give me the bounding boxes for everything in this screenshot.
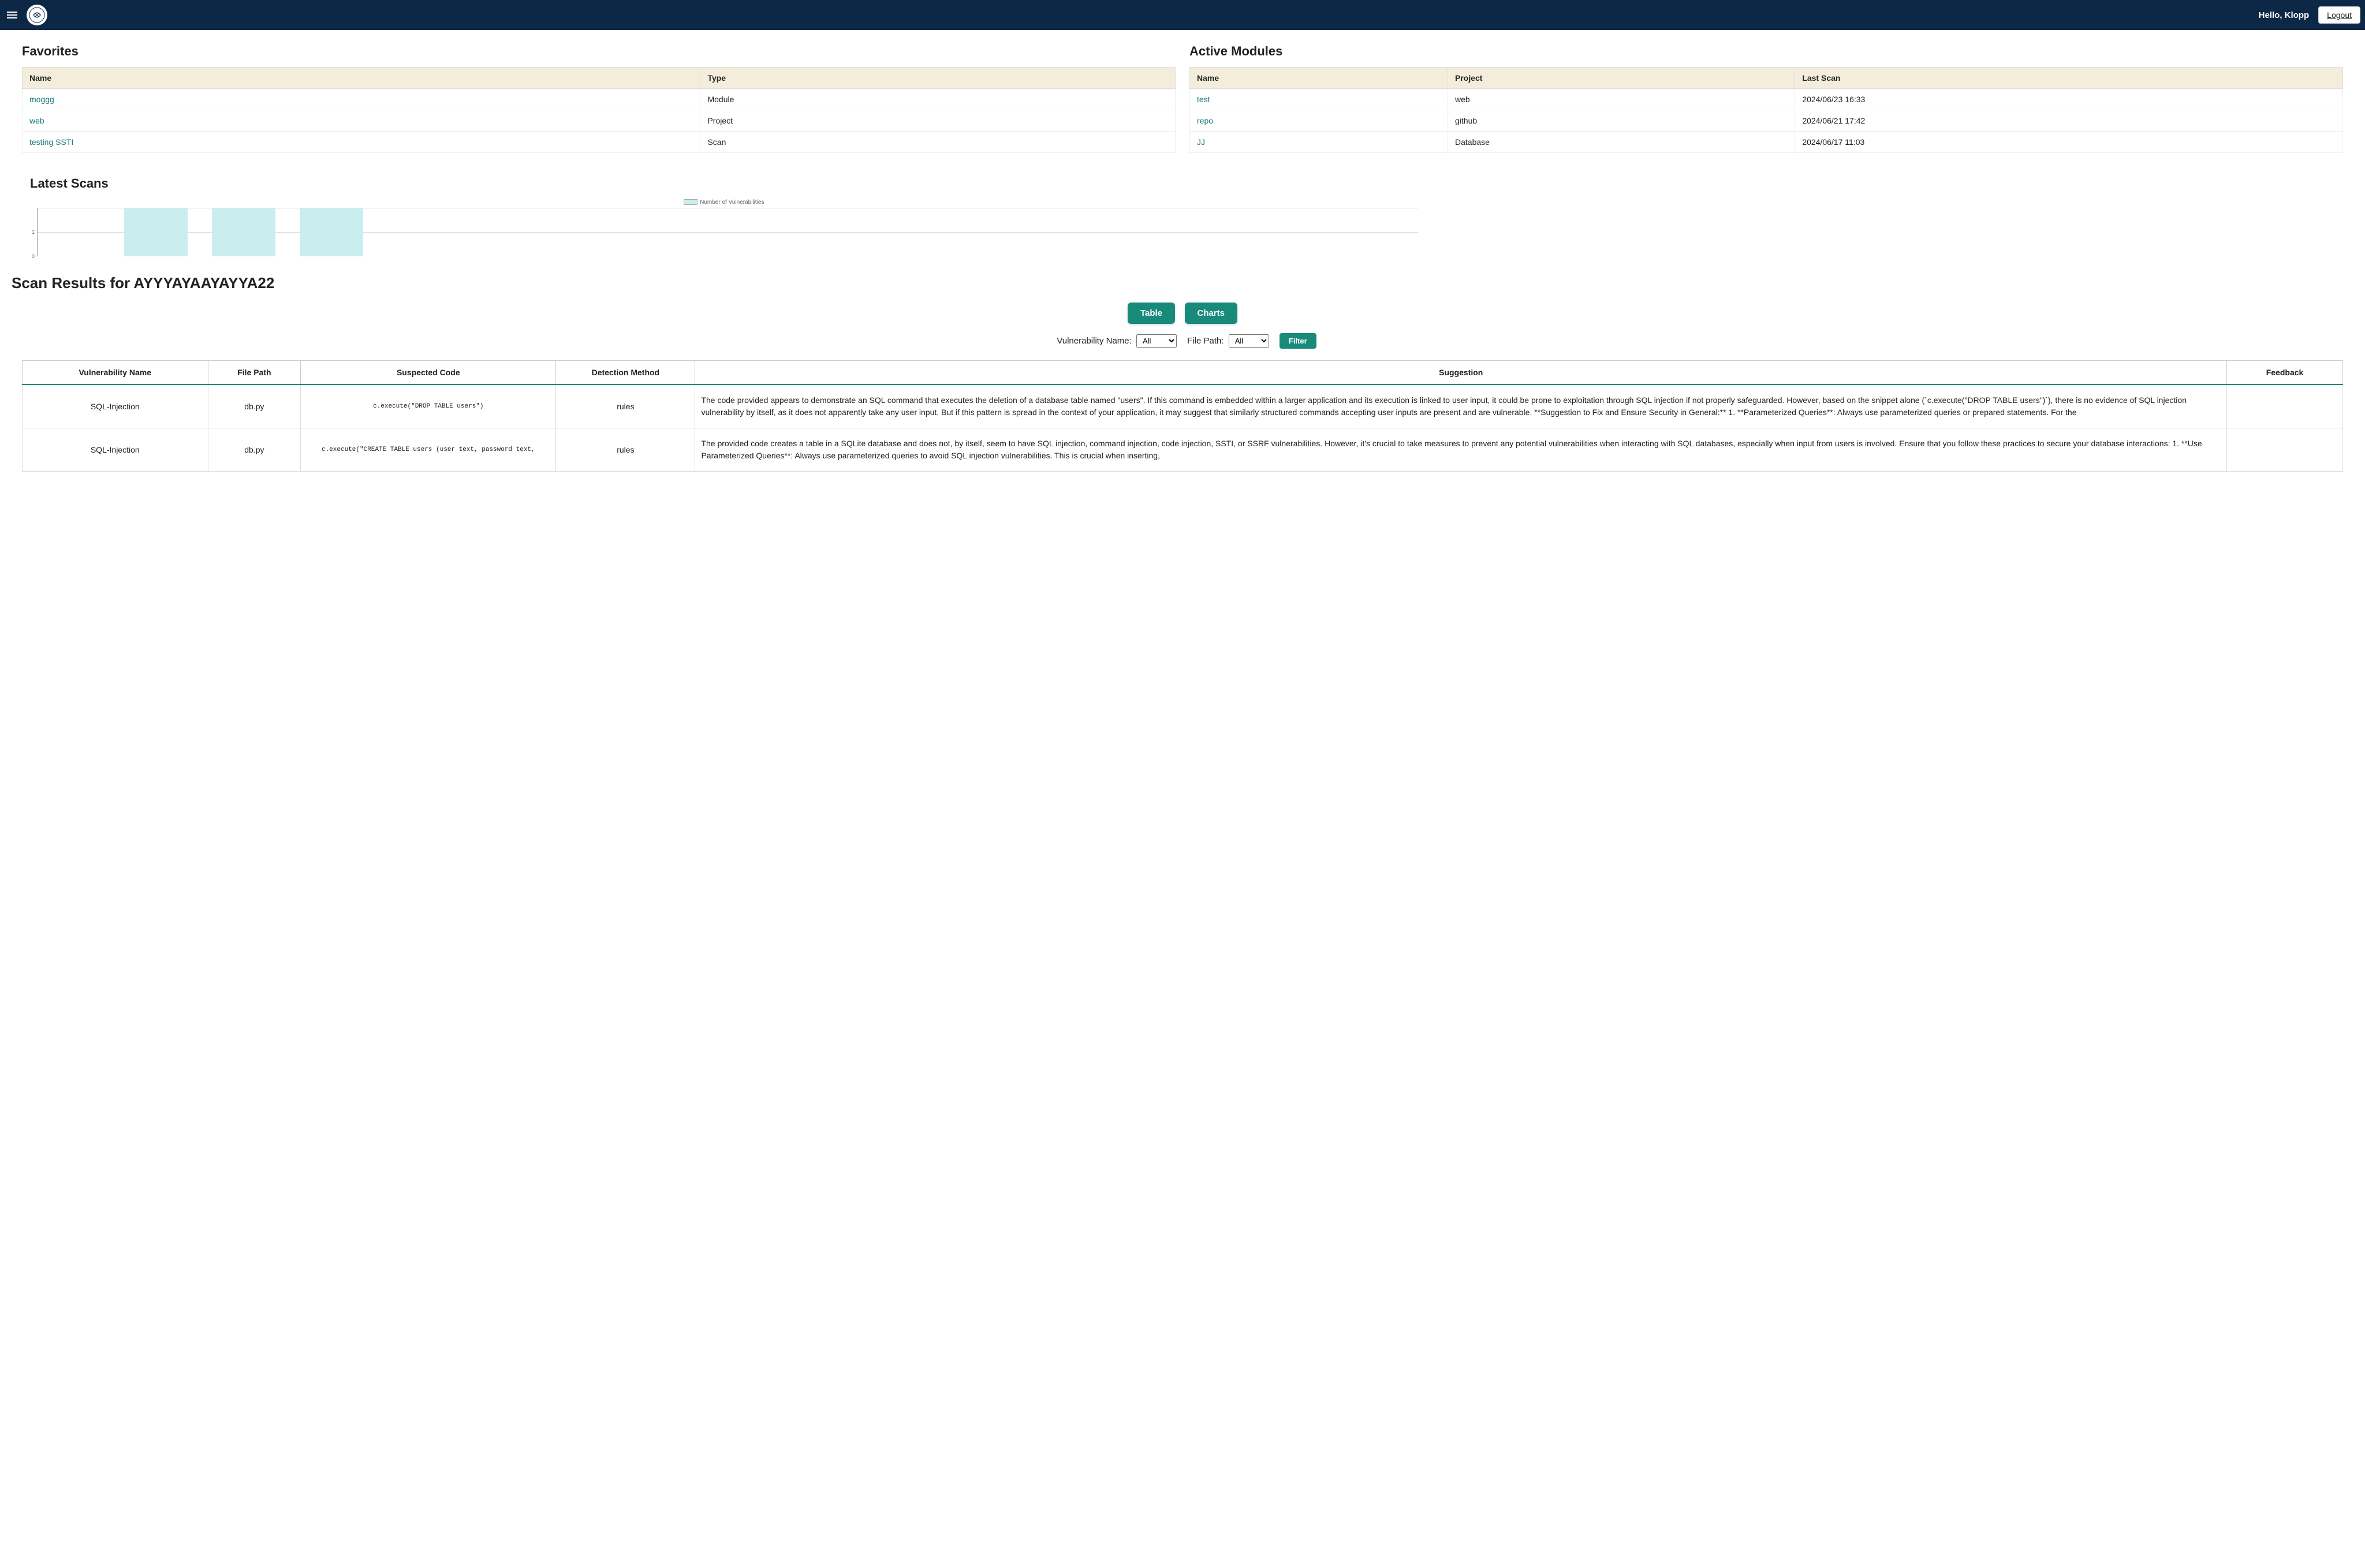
- ytick: 1: [32, 229, 35, 235]
- result-path: db.py: [208, 428, 301, 472]
- table-row: JJDatabase2024/06/17 11:03: [1190, 132, 2343, 153]
- charts-view-button[interactable]: Charts: [1185, 303, 1238, 324]
- chart-bar: [124, 208, 188, 256]
- module-lastscan: 2024/06/17 11:03: [1795, 132, 2343, 153]
- module-link[interactable]: repo: [1190, 110, 1448, 132]
- greeting-text: Hello, Klopp: [2259, 10, 2310, 20]
- menu-icon[interactable]: [5, 9, 20, 21]
- chart-legend-label: Number of Vulnerabilities: [700, 199, 764, 206]
- app-logo: [27, 5, 47, 25]
- chart-bar: [212, 208, 275, 256]
- active-modules-table: Name Project Last Scan testweb2024/06/23…: [1189, 67, 2343, 153]
- latest-scans-panel: Latest Scans Number of Vulnerabilities 1…: [22, 176, 2343, 257]
- result-row: SQL-Injection db.py c.execute("CREATE TA…: [23, 428, 2343, 472]
- table-row: testing SSTIScan: [23, 132, 1176, 153]
- app-header: Hello, Klopp Logout: [0, 0, 2365, 30]
- result-vuln: SQL-Injection: [23, 384, 208, 428]
- results-table: Vulnerability Name File Path Suspected C…: [22, 360, 2343, 472]
- result-code: c.execute("CREATE TABLE users (user text…: [301, 428, 556, 472]
- result-method: rules: [556, 384, 695, 428]
- favorite-type: Module: [700, 89, 1176, 110]
- favorites-col-type: Type: [700, 68, 1176, 89]
- result-code: c.execute("DROP TABLE users"): [301, 384, 556, 428]
- col-vuln: Vulnerability Name: [23, 361, 208, 385]
- logout-button[interactable]: Logout: [2318, 6, 2360, 24]
- chart-legend: Number of Vulnerabilities: [30, 199, 1418, 206]
- filter-button[interactable]: Filter: [1280, 333, 1316, 349]
- result-feedback[interactable]: [2227, 428, 2343, 472]
- vuln-filter-select[interactable]: All: [1136, 334, 1177, 348]
- latest-scans-chart: Number of Vulnerabilities 1 0: [30, 199, 1418, 257]
- path-filter-label: File Path:: [1187, 336, 1223, 346]
- col-suggestion: Suggestion: [695, 361, 2227, 385]
- table-view-button[interactable]: Table: [1128, 303, 1175, 324]
- favorites-col-name: Name: [23, 68, 700, 89]
- favorite-type: Project: [700, 110, 1176, 132]
- favorite-link[interactable]: testing SSTI: [23, 132, 700, 153]
- col-feedback: Feedback: [2227, 361, 2343, 385]
- module-link[interactable]: test: [1190, 89, 1448, 110]
- module-lastscan: 2024/06/21 17:42: [1795, 110, 2343, 132]
- vuln-filter-label: Vulnerability Name:: [1057, 336, 1132, 346]
- table-row: repogithub2024/06/21 17:42: [1190, 110, 2343, 132]
- col-code: Suspected Code: [301, 361, 556, 385]
- table-row: testweb2024/06/23 16:33: [1190, 89, 2343, 110]
- favorites-panel: Favorites Name Type mogggModule webProje…: [22, 44, 1176, 153]
- active-modules-panel: Active Modules Name Project Last Scan te…: [1189, 44, 2343, 153]
- favorite-link[interactable]: web: [23, 110, 700, 132]
- module-project: github: [1448, 110, 1795, 132]
- path-filter-select[interactable]: All: [1229, 334, 1269, 348]
- result-path: db.py: [208, 384, 301, 428]
- header-right: Hello, Klopp Logout: [2259, 6, 2360, 24]
- module-link[interactable]: JJ: [1190, 132, 1448, 153]
- latest-scans-title: Latest Scans: [30, 176, 2343, 191]
- col-method: Detection Method: [556, 361, 695, 385]
- module-project: Database: [1448, 132, 1795, 153]
- favorites-table: Name Type mogggModule webProject testing…: [22, 67, 1176, 153]
- module-project: web: [1448, 89, 1795, 110]
- table-row: mogggModule: [23, 89, 1176, 110]
- favorite-link[interactable]: moggg: [23, 89, 700, 110]
- favorites-title: Favorites: [22, 44, 1176, 59]
- filter-row: Vulnerability Name: All File Path: All F…: [22, 333, 2343, 349]
- active-modules-title: Active Modules: [1189, 44, 2343, 59]
- result-suggestion: The code provided appears to demonstrate…: [695, 384, 2227, 428]
- result-suggestion: The provided code creates a table in a S…: [695, 428, 2227, 472]
- am-col-project: Project: [1448, 68, 1795, 89]
- result-vuln: SQL-Injection: [23, 428, 208, 472]
- result-method: rules: [556, 428, 695, 472]
- scan-results-title: Scan Results for AYYYAYAAYAYYA22: [12, 274, 2343, 292]
- am-col-name: Name: [1190, 68, 1448, 89]
- table-row: webProject: [23, 110, 1176, 132]
- col-path: File Path: [208, 361, 301, 385]
- chart-bar: [300, 208, 363, 256]
- result-row: SQL-Injection db.py c.execute("DROP TABL…: [23, 384, 2343, 428]
- header-left: [5, 5, 47, 25]
- view-toggle: Table Charts: [22, 303, 2343, 324]
- ytick: 0: [32, 253, 35, 259]
- module-lastscan: 2024/06/23 16:33: [1795, 89, 2343, 110]
- result-feedback[interactable]: [2227, 384, 2343, 428]
- favorite-type: Scan: [700, 132, 1176, 153]
- am-col-lastscan: Last Scan: [1795, 68, 2343, 89]
